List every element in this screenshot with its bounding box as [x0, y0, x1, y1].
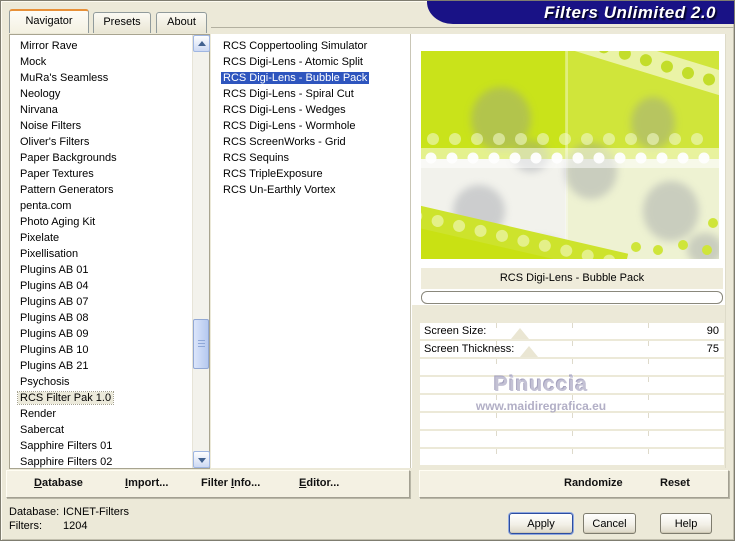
category-item[interactable]: Oliver's Filters	[20, 134, 209, 150]
category-item[interactable]: Mirror Rave	[20, 38, 209, 54]
selected-filter-title: RCS Digi-Lens - Bubble Pack	[421, 268, 723, 289]
filter-item[interactable]: RCS Digi-Lens - Wormhole	[223, 118, 409, 134]
progress-bar	[421, 291, 723, 304]
parameter-row-empty	[420, 377, 724, 393]
toolbar-right: Randomize Reset	[419, 470, 729, 498]
category-item[interactable]: Plugins AB 08	[20, 310, 209, 326]
category-item[interactable]: Plugins AB 10	[20, 342, 209, 358]
parameter-row-empty	[420, 395, 724, 411]
category-item[interactable]: Plugins AB 04	[20, 278, 209, 294]
filter-item[interactable]: RCS Digi-Lens - Bubble Pack	[221, 70, 409, 86]
filter-item[interactable]: RCS Digi-Lens - Wedges	[223, 102, 409, 118]
category-item[interactable]: Mock	[20, 54, 209, 70]
filter-list[interactable]: RCS Coppertooling Simulator RCS Digi-Lens…	[215, 34, 409, 468]
database-button[interactable]: Database	[34, 477, 83, 489]
filter-preview-image	[421, 51, 719, 259]
slider-label: Screen Thickness:	[424, 343, 515, 355]
category-item[interactable]: Plugins AB 21	[20, 358, 209, 374]
app-title: Filters Unlimited 2.0	[543, 3, 716, 22]
panel-divider	[410, 34, 411, 468]
category-item[interactable]: Paper Textures	[20, 166, 209, 182]
category-item[interactable]: Nirvana	[20, 102, 209, 118]
scrollbar-thumb[interactable]	[193, 319, 209, 369]
slider-value: 90	[706, 325, 719, 337]
parameter-rows: Screen Size: 90 Screen Thickness: 75	[420, 323, 724, 467]
thumb-grip-icon	[198, 340, 205, 348]
parameter-slider[interactable]: Screen Thickness: 75	[420, 341, 724, 357]
category-item[interactable]: Sapphire Filters 01	[20, 438, 209, 454]
parameter-row-empty	[420, 431, 724, 447]
cancel-button[interactable]: Cancel	[583, 513, 636, 534]
randomize-button[interactable]: Randomize	[564, 477, 623, 489]
parameter-row-empty	[420, 413, 724, 429]
reset-button[interactable]: Reset	[660, 477, 690, 489]
parameter-row-empty	[420, 449, 724, 465]
title-banner: Filters Unlimited 2.0	[427, 1, 734, 24]
filter-item[interactable]: RCS Un-Earthly Vortex	[223, 182, 409, 198]
toolbar-left: Database Import... Filter Info... Editor…	[6, 470, 410, 498]
parameter-slider[interactable]: Screen Size: 90	[420, 323, 724, 339]
category-scrollbar[interactable]	[192, 35, 210, 468]
category-item[interactable]: Plugins AB 07	[20, 294, 209, 310]
category-item[interactable]: Pattern Generators	[20, 182, 209, 198]
category-item[interactable]: Psychosis	[20, 374, 209, 390]
category-item[interactable]: Noise Filters	[20, 118, 209, 134]
slider-label: Screen Size:	[424, 325, 487, 337]
filter-item[interactable]: RCS ScreenWorks - Grid	[223, 134, 409, 150]
banner-divider-line	[211, 27, 734, 28]
filter-info-button[interactable]: Filter Info...	[201, 477, 260, 489]
filter-item[interactable]: RCS TripleExposure	[223, 166, 409, 182]
tab-about[interactable]: About	[156, 12, 207, 33]
editor-button[interactable]: Editor...	[299, 477, 339, 489]
tab-navigator[interactable]: Navigator	[9, 9, 89, 33]
category-item[interactable]: Render	[20, 406, 209, 422]
filter-item[interactable]: RCS Sequins	[223, 150, 409, 166]
scroll-up-button[interactable]	[193, 35, 210, 52]
apply-button[interactable]: Apply	[509, 513, 573, 534]
category-item[interactable]: penta.com	[20, 198, 209, 214]
right-scrollbar-track[interactable]	[725, 34, 733, 468]
filters-count-value: 1204	[63, 520, 88, 532]
arrow-down-icon	[198, 458, 206, 463]
category-list[interactable]: Mirror Rave Mock MuRa's Seamless Neology Nir…	[9, 34, 210, 469]
tab-presets[interactable]: Presets	[93, 12, 151, 33]
category-item[interactable]: Pixellisation	[20, 246, 209, 262]
filter-item[interactable]: RCS Coppertooling Simulator	[223, 38, 409, 54]
category-item[interactable]: Pixelate	[20, 230, 209, 246]
category-item[interactable]: Neology	[20, 86, 209, 102]
category-item[interactable]: RCS Filter Pak 1.0	[16, 390, 209, 406]
category-item[interactable]: Sabercat	[20, 422, 209, 438]
category-item[interactable]: Plugins AB 09	[20, 326, 209, 342]
database-status-value: ICNET-Filters	[63, 506, 129, 518]
scroll-down-button[interactable]	[193, 451, 210, 468]
database-status-label: Database:	[9, 506, 60, 518]
category-item[interactable]: Photo Aging Kit	[20, 214, 209, 230]
category-item[interactable]: Paper Backgrounds	[20, 150, 209, 166]
slider-value: 75	[706, 343, 719, 355]
category-item[interactable]: Plugins AB 01	[20, 262, 209, 278]
filter-item[interactable]: RCS Digi-Lens - Spiral Cut	[223, 86, 409, 102]
category-item[interactable]: MuRa's Seamless	[20, 70, 209, 86]
filters-count-label: Filters:	[9, 520, 42, 532]
import-button[interactable]: Import...	[125, 477, 168, 489]
parameter-row-empty	[420, 359, 724, 375]
filters-unlimited-dialog: Filters Unlimited 2.0 Navigator Presets …	[0, 0, 735, 541]
filter-item[interactable]: RCS Digi-Lens - Atomic Split	[223, 54, 409, 70]
category-item[interactable]: Sapphire Filters 02	[20, 454, 209, 468]
help-button[interactable]: Help	[660, 513, 712, 534]
arrow-up-icon	[198, 41, 206, 46]
